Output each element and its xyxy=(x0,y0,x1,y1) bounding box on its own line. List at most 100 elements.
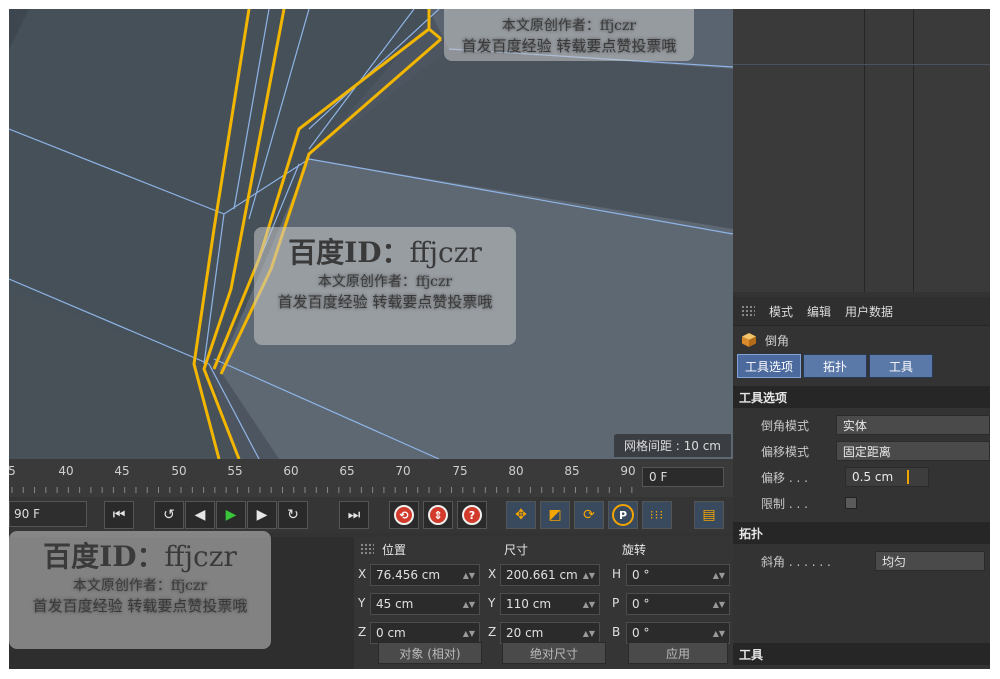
timeline[interactable]: 5 40 45 50 55 60 65 70 75 80 85 90 0 F xyxy=(9,459,733,497)
spin-arrows-icon[interactable]: ▲▼ xyxy=(583,571,595,580)
menu-mode[interactable]: 模式 xyxy=(769,303,793,320)
current-frame-field[interactable]: 0 F xyxy=(642,467,724,487)
axis-label: X xyxy=(358,567,367,581)
header-rotation: 旋转 xyxy=(622,542,647,557)
tab-tool-options[interactable]: 工具选项 xyxy=(737,354,801,378)
timeline-window-button[interactable]: ▤ xyxy=(694,501,724,529)
menu-edit[interactable]: 编辑 xyxy=(807,303,831,320)
spin-arrows-icon[interactable]: ▲▼ xyxy=(713,600,725,609)
offset-mode-select[interactable]: 固定距离 xyxy=(835,441,990,461)
position-z-input[interactable]: 0 cm ▲▼ xyxy=(370,622,480,644)
value: 76.456 cm xyxy=(376,568,441,582)
section-topology[interactable]: 拓扑 xyxy=(733,522,990,544)
skip-start-icon: ⏮ xyxy=(112,507,126,523)
keyframe-selection-button[interactable]: ? xyxy=(457,501,487,529)
miter-select[interactable]: 均匀 xyxy=(875,551,985,571)
ruler-tick-label: 50 xyxy=(171,464,187,478)
rotation-h-input[interactable]: 0 ° ▲▼ xyxy=(626,564,730,586)
coordinate-mode-select[interactable]: 对象 (相对) xyxy=(378,642,482,664)
go-to-end-button[interactable]: ⏭ xyxy=(339,501,369,529)
section-tool-options[interactable]: 工具选项 xyxy=(733,386,990,408)
play-button[interactable]: ▶ xyxy=(216,501,246,529)
prev-frame-icon: ◀ xyxy=(194,507,206,523)
limit-checkbox[interactable] xyxy=(845,497,857,509)
spin-arrows-icon[interactable]: ▲▼ xyxy=(583,600,595,609)
scale-key-button[interactable]: ◩ xyxy=(540,501,570,529)
bevel-mode-select[interactable]: 实体 xyxy=(835,415,990,435)
spin-arrows-icon[interactable]: ▲▼ xyxy=(463,629,475,638)
spin-arrows-icon[interactable]: ▲▼ xyxy=(463,571,475,580)
ruler-tick-label: 80 xyxy=(508,464,524,478)
rotation-p-input[interactable]: 0 ° ▲▼ xyxy=(626,593,730,615)
offset-slider-handle[interactable] xyxy=(907,470,909,484)
miter-row: 斜角 . . . . . . 均匀 xyxy=(733,548,990,574)
grip-icon[interactable] xyxy=(360,543,374,555)
attribute-menu-bar: 模式 编辑 用户数据 xyxy=(733,297,990,326)
play-icon: ▶ xyxy=(225,507,237,523)
tab-tool[interactable]: 工具 xyxy=(869,354,933,378)
grid-spacing-readout: 网格间距 : 10 cm xyxy=(613,434,731,457)
watermark-backdrop xyxy=(444,9,694,61)
auto-key-button[interactable]: ⇕ xyxy=(423,501,453,529)
go-to-start-button[interactable]: ⏮ xyxy=(104,501,134,529)
ruler-tick-label: 85 xyxy=(564,464,580,478)
prev-key-icon: ↺ xyxy=(163,507,175,523)
skip-end-icon: ⏭ xyxy=(347,507,361,523)
dots-grid-icon: ⁝⁝⁝ xyxy=(649,508,665,522)
rotate-icon: ⟳ xyxy=(583,507,595,523)
offset-mode-row: 偏移模式 固定距离 xyxy=(733,438,990,464)
spin-arrows-icon[interactable]: ▲▼ xyxy=(583,629,595,638)
offset-input[interactable]: 0.5 cm xyxy=(845,467,929,487)
value: 0 ° xyxy=(632,568,650,582)
next-key-icon: ↻ xyxy=(287,507,299,523)
position-y-input[interactable]: 45 cm ▲▼ xyxy=(370,593,480,615)
scale-icon: ◩ xyxy=(548,507,562,523)
axis-label: Y xyxy=(358,596,366,610)
header-size: 尺寸 xyxy=(504,542,529,557)
spin-arrows-icon[interactable]: ▲▼ xyxy=(463,600,475,609)
rotation-b-input[interactable]: 0 ° ▲▼ xyxy=(626,622,730,644)
axis-label: X xyxy=(488,567,497,581)
watermark-backdrop xyxy=(9,531,271,649)
offset-mode-label: 偏移模式 xyxy=(761,444,810,459)
spin-arrows-icon[interactable]: ▲▼ xyxy=(713,571,725,580)
axis-label: Z xyxy=(358,625,367,639)
record-key-button[interactable]: ⟲ xyxy=(389,501,419,529)
position-x-input[interactable]: 76.456 cm ▲▼ xyxy=(370,564,480,586)
prev-frame-button[interactable]: ◀ xyxy=(185,501,215,529)
menu-user-data[interactable]: 用户数据 xyxy=(845,303,893,320)
size-x-input[interactable]: 200.661 cm ▲▼ xyxy=(500,564,600,586)
value: 110 cm xyxy=(506,597,552,611)
bevel-mode-label: 倒角模式 xyxy=(761,418,810,433)
spin-arrows-icon[interactable]: ▲▼ xyxy=(713,629,725,638)
object-manager-panel[interactable] xyxy=(733,9,990,292)
section-tool[interactable]: 工具 xyxy=(733,643,990,665)
param-key-button[interactable]: P xyxy=(608,501,638,529)
question-icon: ? xyxy=(462,505,482,525)
axis-label: Y xyxy=(488,596,496,610)
next-key-button[interactable]: ↻ xyxy=(278,501,308,529)
next-frame-button[interactable]: ▶ xyxy=(247,501,277,529)
timeline-ruler[interactable]: 5 40 45 50 55 60 65 70 75 80 85 90 xyxy=(9,459,639,497)
coordinates-manager: 位置 尺寸 旋转 X 76.456 cm ▲▼ X 200.661 cm ▲▼ H … xyxy=(354,537,733,669)
coord-row-x: X 76.456 cm ▲▼ X 200.661 cm ▲▼ H 0 ° ▲▼ xyxy=(354,561,733,590)
watermark-backdrop xyxy=(254,227,516,345)
bevel-mode-row: 倒角模式 实体 xyxy=(733,412,990,438)
param-p-icon: P xyxy=(612,504,634,526)
prev-key-button[interactable]: ↺ xyxy=(154,501,184,529)
ruler-tick-label: 5 xyxy=(9,464,16,478)
value: 0 ° xyxy=(632,597,650,611)
point-level-button[interactable]: ⁝⁝⁝ xyxy=(642,501,672,529)
offset-label: 偏移 . . . xyxy=(761,470,808,485)
size-mode-select[interactable]: 绝对尺寸 xyxy=(502,642,606,664)
end-frame-field[interactable]: 90 F xyxy=(9,501,87,527)
size-y-input[interactable]: 110 cm ▲▼ xyxy=(500,593,600,615)
apply-button[interactable]: 应用 xyxy=(628,642,728,664)
app-window: 网格间距 : 10 cm 模式 编辑 用户数据 倒角 工具选项 拓扑 工具 工具… xyxy=(9,9,990,669)
tab-topology[interactable]: 拓扑 xyxy=(803,354,867,378)
rotate-key-button[interactable]: ⟳ xyxy=(574,501,604,529)
move-key-button[interactable]: ✥ xyxy=(506,501,536,529)
coord-row-y: Y 45 cm ▲▼ Y 110 cm ▲▼ P 0 ° ▲▼ xyxy=(354,590,733,619)
grip-icon[interactable] xyxy=(741,305,755,317)
size-z-input[interactable]: 20 cm ▲▼ xyxy=(500,622,600,644)
